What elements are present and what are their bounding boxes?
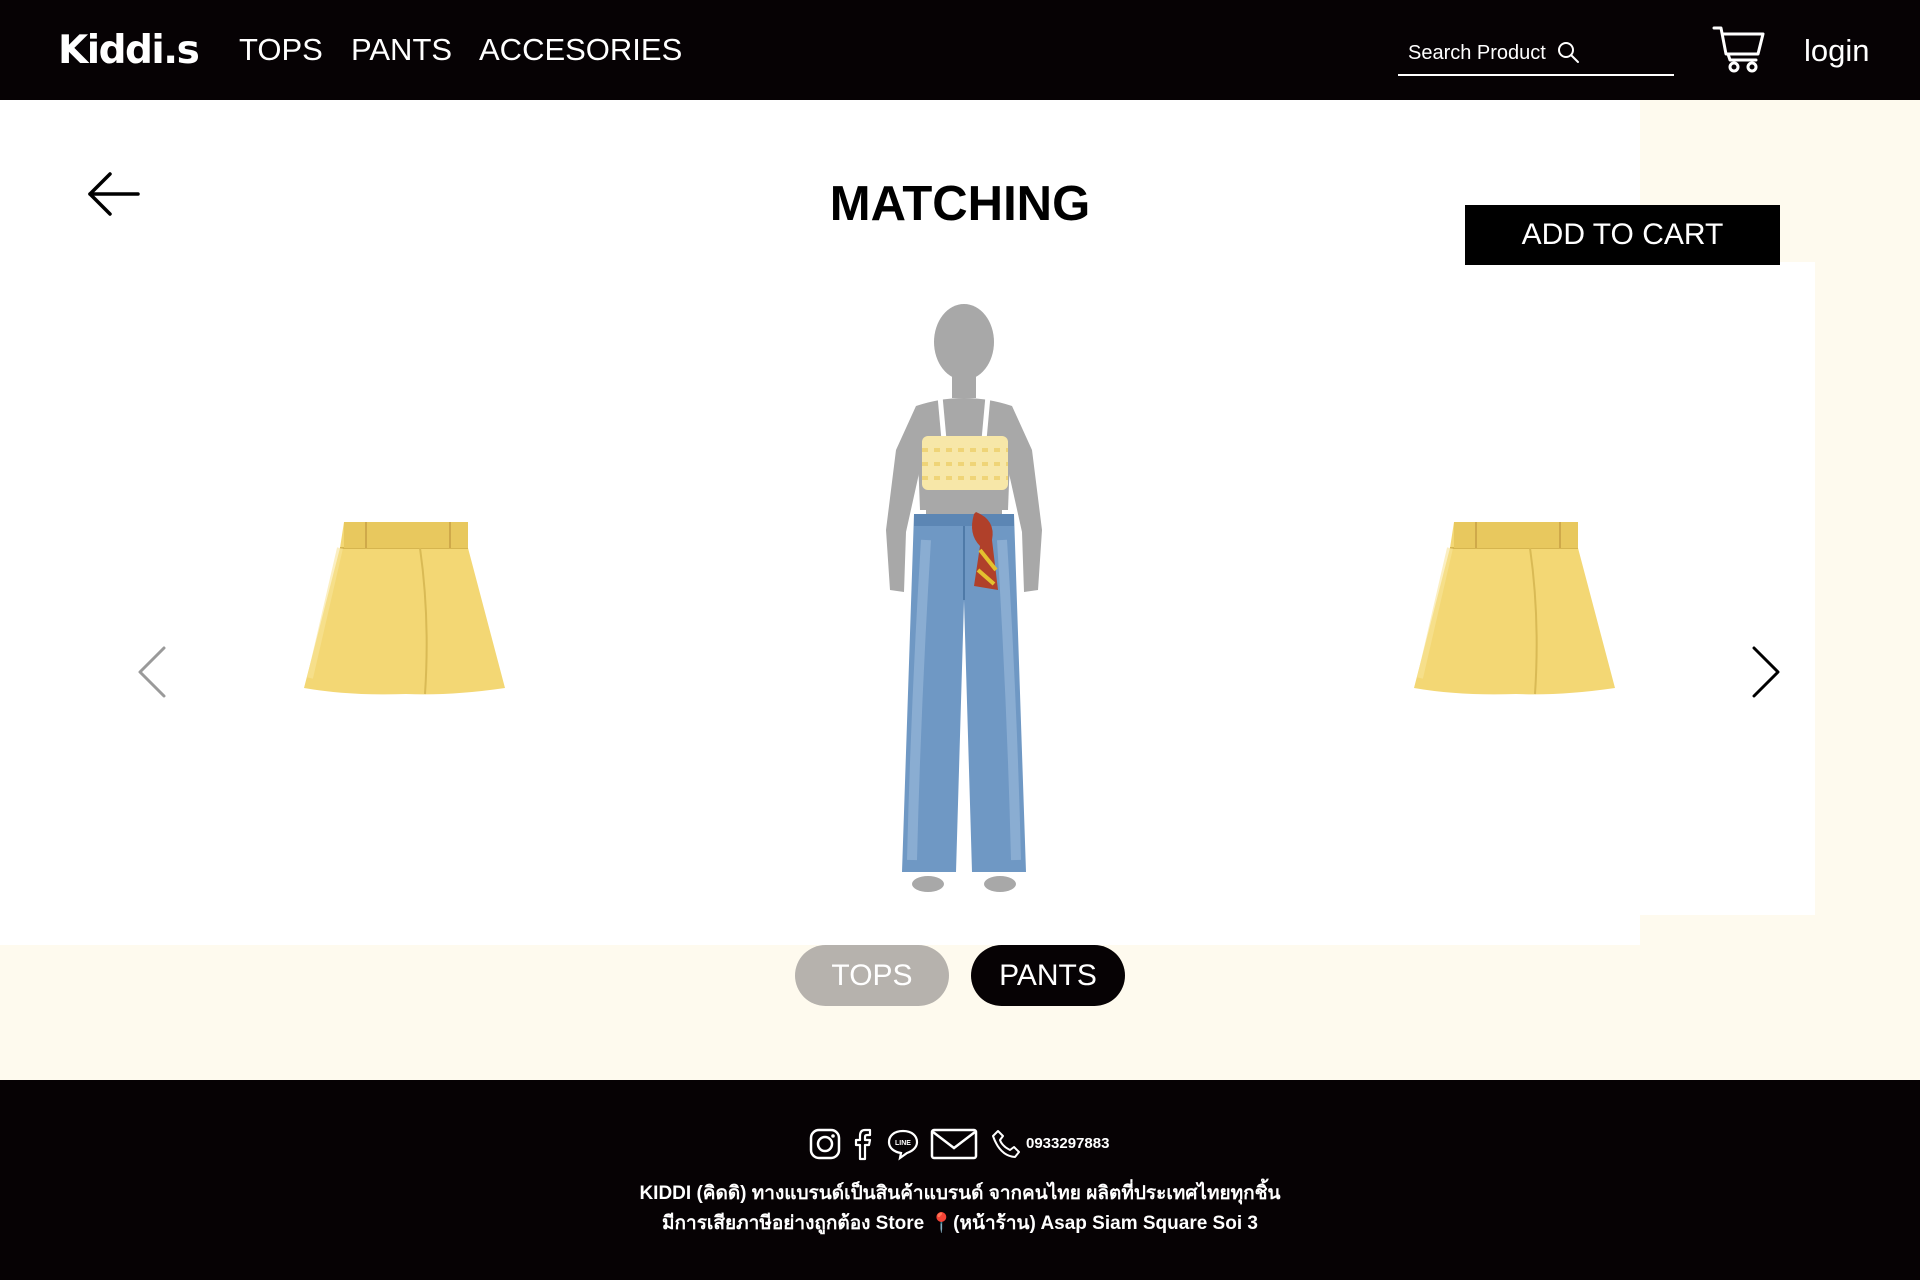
footer-store-text: มีการเสียภาษีอย่างถูกต้อง Store 📍(หน้าร้…	[662, 1213, 1258, 1234]
tab-pants[interactable]: PANTS	[971, 945, 1125, 1006]
nav-item-tops[interactable]: TOPS	[239, 31, 323, 69]
footer: LINE 0933297883 KIDDI (คิดดิ) ทางแบรนด์เ…	[0, 1080, 1920, 1280]
add-to-cart-button[interactable]: ADD TO CART	[1465, 205, 1780, 265]
mail-icon[interactable]	[930, 1126, 978, 1162]
search-input[interactable]: Search Product	[1398, 30, 1674, 76]
top-navbar: Kiddi.s TOPS PANTS ACCESORIES Search Pro…	[0, 0, 1920, 100]
phone-number[interactable]: 0933297883	[1026, 1135, 1109, 1153]
brand-logo[interactable]: Kiddi.s	[58, 28, 200, 74]
login-link[interactable]: login	[1804, 32, 1870, 70]
search-icon[interactable]	[1556, 40, 1580, 64]
carousel-item-skirt[interactable]	[1410, 518, 1620, 702]
page-title: MATCHING	[829, 177, 1091, 231]
facebook-icon[interactable]	[852, 1126, 876, 1162]
arrow-left-icon[interactable]	[86, 170, 140, 218]
phone-icon[interactable]	[990, 1128, 1022, 1160]
matching-panel-extension	[1640, 262, 1815, 915]
mannequin-outfit	[886, 304, 1042, 892]
instagram-icon[interactable]	[808, 1126, 842, 1162]
nav-item-pants[interactable]: PANTS	[351, 31, 452, 69]
cart-icon[interactable]	[1712, 24, 1766, 74]
line-icon[interactable]: LINE	[886, 1126, 920, 1162]
search-placeholder: Search Product	[1408, 42, 1546, 64]
chevron-right-icon[interactable]	[1748, 644, 1784, 700]
svg-text:LINE: LINE	[895, 1140, 911, 1147]
nav-item-accessories[interactable]: ACCESORIES	[479, 31, 682, 69]
footer-brand-text: KIDDI (คิดดิ) ทางแบรนด์เป็นสินค้าแบรนด์ …	[639, 1183, 1281, 1204]
carousel-item-skirt[interactable]	[300, 518, 510, 702]
tab-tops[interactable]: TOPS	[795, 945, 949, 1006]
chevron-left-icon[interactable]	[134, 644, 170, 700]
